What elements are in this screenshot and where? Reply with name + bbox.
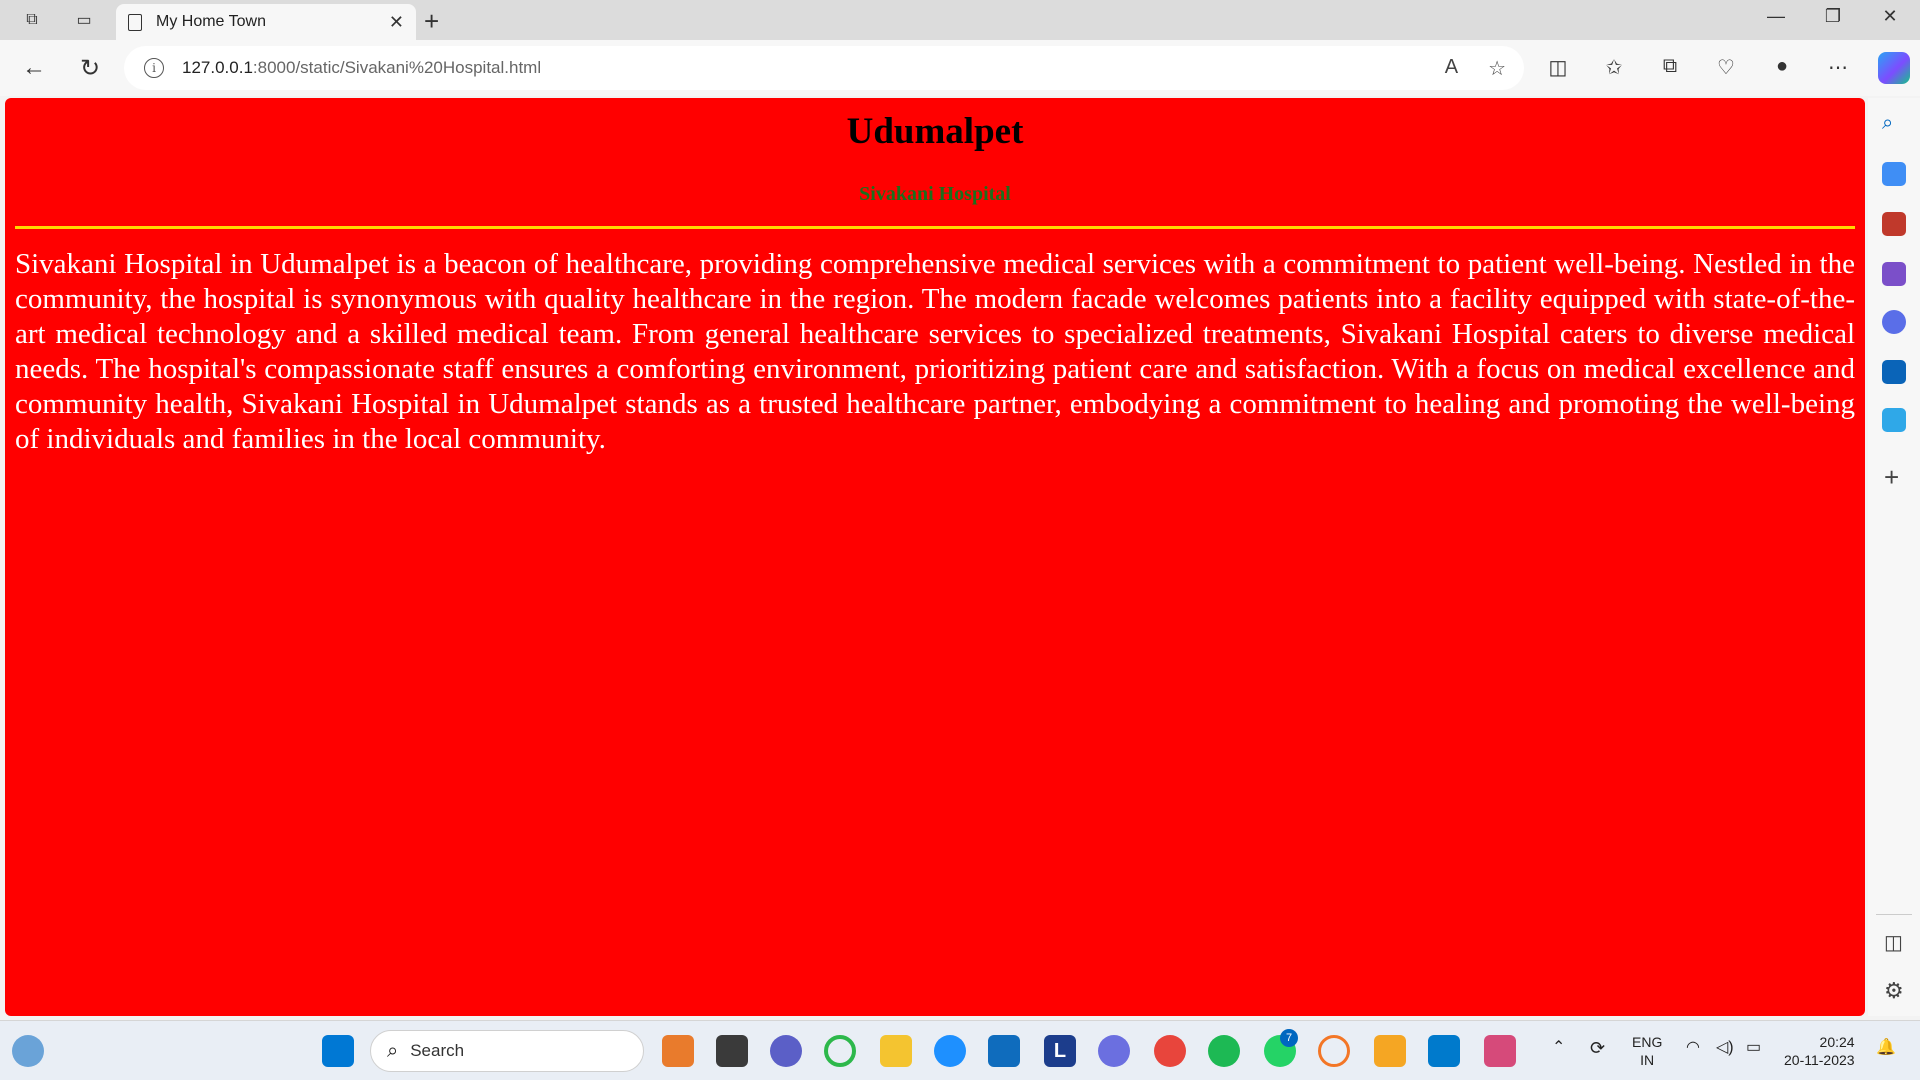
show-hidden-icons-icon[interactable]: ⌃ [1552, 1039, 1565, 1057]
read-aloud-icon[interactable]: A [1445, 56, 1458, 81]
clock-time: 20:24 [1819, 1034, 1855, 1050]
workspaces-icon[interactable]: ⧉ [20, 8, 44, 32]
drop-icon[interactable] [1882, 408, 1906, 432]
settings-gear-icon[interactable]: ⚙ [1884, 978, 1904, 1004]
new-tab-icon[interactable]: + [424, 6, 439, 37]
vscode-icon[interactable] [1428, 1035, 1460, 1067]
snipping-tool-icon[interactable] [1484, 1035, 1516, 1067]
url-host: 127.0.0.1 [182, 58, 253, 77]
language-label: ENG [1632, 1034, 1663, 1050]
close-tab-icon[interactable]: ✕ [389, 12, 404, 33]
minimize-icon[interactable]: — [1756, 6, 1796, 27]
shopping-tag-icon[interactable] [1882, 162, 1906, 186]
search-icon[interactable]: ⌕ [1882, 112, 1906, 136]
search-icon: ⌕ [387, 1039, 399, 1062]
page-icon [128, 13, 142, 31]
microsoft-store-icon[interactable] [988, 1035, 1020, 1067]
language-indicator[interactable]: ENG IN [1632, 1033, 1662, 1069]
l-app-icon[interactable]: L [1044, 1035, 1076, 1067]
outlook-icon[interactable] [1882, 360, 1906, 384]
edge-sidebar: ⌕ + ◫ ⚙ [1868, 98, 1920, 1016]
copilot-preview-icon[interactable] [662, 1035, 694, 1067]
browser-toolbar: ← ↻ i 127.0.0.1:8000/static/Sivakani%20H… [0, 40, 1920, 96]
weather-widget-icon[interactable] [12, 1035, 44, 1067]
moodle-icon[interactable] [1374, 1035, 1406, 1067]
task-view-icon[interactable] [716, 1035, 748, 1067]
arc-app-icon[interactable] [1098, 1035, 1130, 1067]
file-explorer-icon[interactable] [880, 1035, 912, 1067]
add-sidebar-app-icon[interactable]: + [1884, 462, 1899, 493]
region-label: IN [1640, 1052, 1655, 1068]
chrome-icon[interactable] [1154, 1035, 1186, 1067]
search-label: Search [410, 1041, 465, 1060]
split-screen-icon[interactable]: ◫ [1544, 55, 1572, 80]
wifi-icon[interactable]: ◠ [1686, 1039, 1700, 1057]
web-page-viewport: Udumalpet Sivakani Hospital Sivakani Hos… [5, 98, 1865, 1016]
edge-browser-icon[interactable] [934, 1035, 966, 1067]
teams-chat-icon[interactable] [770, 1035, 802, 1067]
clock-date: 20-11-2023 [1784, 1052, 1855, 1068]
copilot-icon[interactable] [1878, 52, 1910, 84]
page-paragraph: Sivakani Hospital in Udumalpet is a beac… [15, 248, 1855, 455]
site-info-icon[interactable]: i [144, 58, 164, 78]
tools-briefcase-icon[interactable] [1882, 212, 1906, 236]
microsoft-365-icon[interactable] [1882, 310, 1906, 334]
horizontal-rule [15, 226, 1855, 229]
hide-sidebar-icon[interactable]: ◫ [1884, 930, 1903, 955]
address-bar[interactable]: i 127.0.0.1:8000/static/Sivakani%20Hospi… [124, 46, 1524, 90]
page-subheading: Sivakani Hospital [859, 183, 1011, 205]
active-tab[interactable]: My Home Town ✕ [116, 4, 416, 40]
jupyter-icon[interactable] [1318, 1035, 1350, 1067]
tab-title: My Home Town [156, 13, 266, 30]
page-heading: Udumalpet [846, 111, 1024, 152]
collections-icon[interactable]: ⧉ [1656, 55, 1684, 78]
taskbar-search-box[interactable]: ⌕ Search [370, 1030, 644, 1072]
sidebar-divider [1876, 914, 1912, 915]
close-window-icon[interactable]: ✕ [1870, 6, 1910, 27]
windows-taskbar: ⌕ Search L 7 ⌃ ⟳ ENG IN ◠ ◁) ▭ 20:24 20-… [0, 1020, 1920, 1080]
volume-icon[interactable]: ◁) [1716, 1039, 1734, 1057]
circle-app-icon[interactable] [824, 1035, 856, 1067]
vertical-tabs-icon[interactable]: ▭ [72, 8, 96, 32]
start-menu-icon[interactable] [322, 1035, 354, 1067]
profile-icon[interactable]: ● [1768, 55, 1796, 78]
favorite-star-icon[interactable]: ☆ [1488, 56, 1506, 81]
battery-icon[interactable]: ▭ [1746, 1039, 1761, 1057]
browser-essentials-icon[interactable]: ♡ [1712, 55, 1740, 80]
url-path: :8000/static/Sivakani%20Hospital.html [252, 58, 542, 77]
games-icon[interactable] [1882, 262, 1906, 286]
sync-icon[interactable]: ⟳ [1590, 1039, 1605, 1057]
spotify-icon[interactable] [1208, 1035, 1240, 1067]
more-options-icon[interactable]: ⋯ [1824, 55, 1852, 80]
tab-bar: ⧉ ▭ My Home Town ✕ + — ❐ ✕ [0, 0, 1920, 40]
clock[interactable]: 20:24 20-11-2023 [1784, 1033, 1855, 1069]
refresh-icon[interactable]: ↻ [74, 52, 106, 84]
whatsapp-badge: 7 [1280, 1029, 1298, 1047]
restore-icon[interactable]: ❐ [1813, 6, 1853, 27]
favorites-icon[interactable]: ✩ [1600, 55, 1628, 80]
back-icon[interactable]: ← [18, 52, 50, 84]
notification-bell-icon[interactable]: 🔔 [1876, 1039, 1896, 1057]
